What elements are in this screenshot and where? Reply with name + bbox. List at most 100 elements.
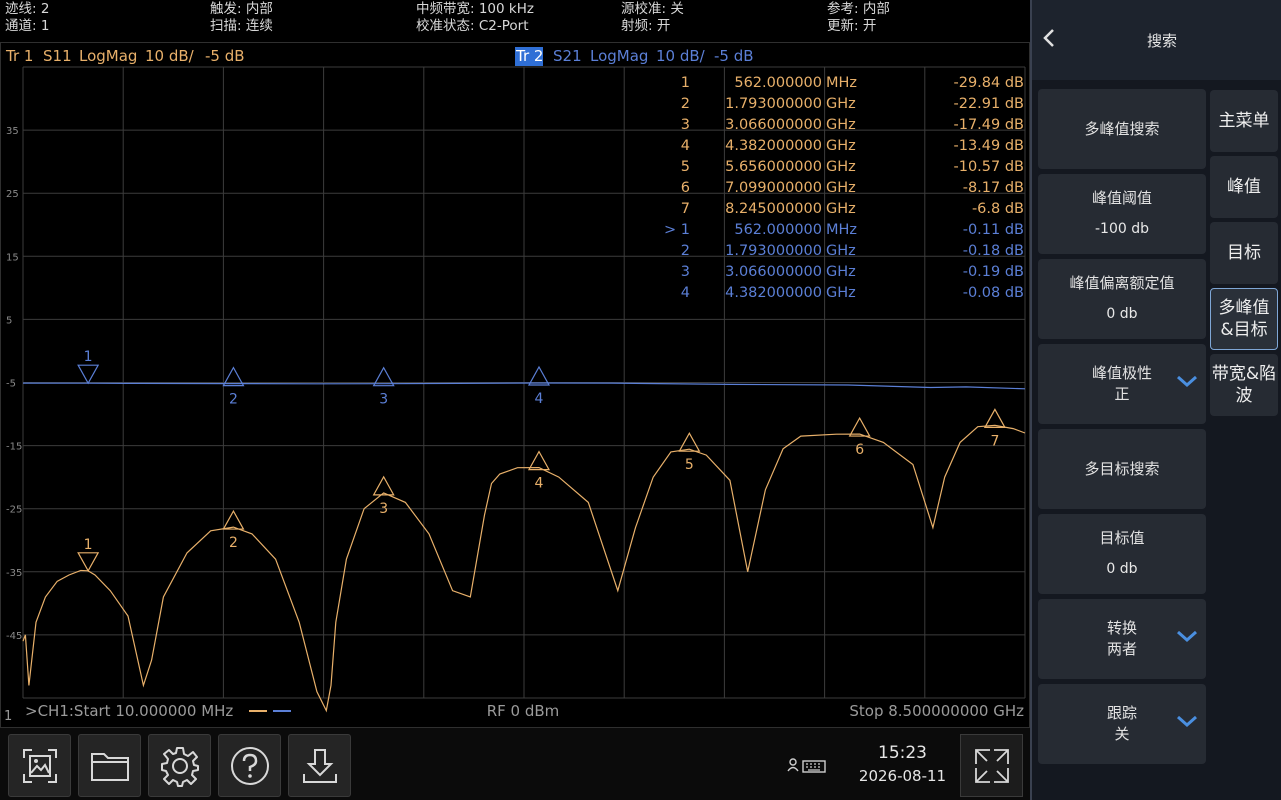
target-value-label: 目标值 xyxy=(1099,529,1145,547)
target-value-button[interactable]: 目标值 0 db xyxy=(1038,514,1206,594)
marker-row-unit: GHz xyxy=(826,159,856,175)
trace-plot[interactable]: 35 25 15 5 -5 -15 -25 -35 -45 Tr 1 S11 LogMag 10… xyxy=(0,42,1030,728)
back-arrow-icon[interactable] xyxy=(1038,26,1062,50)
marker-row-unit: GHz xyxy=(826,264,856,280)
marker-number: 1 xyxy=(84,349,93,365)
help-button[interactable] xyxy=(218,734,281,797)
trace2-header[interactable]: Tr 2 S21 LogMag 10 dB/ -5 dB xyxy=(515,47,754,66)
status-bar: 迹线: 2 通道: 1 触发: 内部 扫描: 连续 中频带宽: 100 kHz … xyxy=(0,0,1030,38)
trace1-id[interactable]: Tr 1 xyxy=(5,47,33,65)
marker-row-number: 2 xyxy=(681,96,690,112)
trace1-marker-1[interactable]: 1 xyxy=(77,537,100,573)
peak-excursion-label: 峰值偏离额定值 xyxy=(1069,274,1175,292)
marker-row-frequency: 562.000000 xyxy=(734,75,822,91)
trace1-format: LogMag xyxy=(79,47,137,65)
screenshot-button[interactable] xyxy=(8,734,71,797)
peak-excursion-value: 0 db xyxy=(1106,306,1138,322)
folder-icon xyxy=(90,752,129,781)
marker-row-number: 4 xyxy=(681,285,690,301)
marker-row-value: -8.17 dB xyxy=(963,180,1024,196)
multi-target-search-label: 多目标搜索 xyxy=(1084,459,1160,478)
multi-target-search-button[interactable]: 多目标搜索 xyxy=(1038,429,1206,509)
chevron-down-icon xyxy=(1177,715,1197,728)
gear-icon xyxy=(160,746,199,787)
marker-row-unit: MHz xyxy=(826,75,857,91)
download-button[interactable] xyxy=(288,734,351,797)
marker-triangle xyxy=(848,416,871,437)
trace1-marker-7[interactable]: 7 xyxy=(983,408,1006,449)
expand-icon xyxy=(974,748,1009,783)
status-sweep: 扫描: 连续 xyxy=(210,18,273,34)
trace1-marker-3[interactable]: 3 xyxy=(372,475,395,517)
y-tick-label: 25 xyxy=(6,189,19,200)
marker-table-row: 3 3.066000000 GHz -0.19 dB xyxy=(681,264,1024,280)
marker-table-row: 7 8.245000000 GHz -6.8 dB xyxy=(681,201,1024,217)
marker-row-frequency: 1.793000000 xyxy=(725,243,822,259)
marker-table-row: 2 1.793000000 GHz -22.91 dB xyxy=(681,96,1024,112)
marker-row-unit: GHz xyxy=(826,201,856,217)
trace2-format: LogMag xyxy=(590,47,648,65)
y-tick-label: -15 xyxy=(6,442,22,453)
marker-number: 2 xyxy=(229,392,238,408)
y-axis-ticks: 35 25 15 5 -5 -15 -25 -35 -45 xyxy=(6,126,22,642)
peak-polarity-dropdown[interactable]: 峰值极性 正 xyxy=(1038,344,1206,424)
marker-row-number: > 1 xyxy=(664,222,690,238)
sweep-start: >CH1:Start 10.000000 MHz xyxy=(25,702,233,720)
y-tick-label: -45 xyxy=(6,631,22,642)
trace1-header[interactable]: Tr 1 S11 LogMag 10 dB/ -5 dB xyxy=(5,47,245,65)
transition-dropdown[interactable]: 转换 两者 xyxy=(1038,599,1206,679)
tab-target[interactable]: 目标 xyxy=(1210,222,1278,284)
multi-peak-search-button[interactable]: 多峰值搜索 xyxy=(1038,89,1206,169)
help-icon xyxy=(230,746,269,785)
marker-row-frequency: 4.382000000 xyxy=(725,285,822,301)
trace-chart-svg: 3525155-5-15-25-35-45 Tr 1 S11 LogMag 10… xyxy=(0,42,1030,728)
marker-row-unit: GHz xyxy=(826,285,856,301)
trace1-marker-2[interactable]: 2 xyxy=(222,509,245,551)
tab-multi-peak-target[interactable]: 多峰值 &目标 xyxy=(1210,288,1278,350)
tab-main-menu[interactable]: 主菜单 xyxy=(1210,90,1278,152)
bottom-index: 1 xyxy=(4,709,12,724)
trace2-id[interactable]: Tr 2 xyxy=(515,47,543,65)
marker-number: 4 xyxy=(535,391,544,407)
bottom-toolbar: 15:23 2026-08-11 xyxy=(0,728,1030,800)
status-reference: 参考: 内部 xyxy=(827,1,890,17)
marker-number: 3 xyxy=(379,501,388,517)
peak-threshold-button[interactable]: 峰值阈值 -100 db xyxy=(1038,174,1206,254)
trace1-marker-4[interactable]: 4 xyxy=(527,450,551,492)
marker-row-value: -0.11 dB xyxy=(963,222,1024,238)
marker-triangle xyxy=(527,450,551,471)
peak-excursion-button[interactable]: 峰值偏离额定值 0 db xyxy=(1038,259,1206,339)
y-tick-label: 35 xyxy=(6,126,19,137)
status-channel: 通道: 1 xyxy=(5,18,50,34)
marker-table-row: > 1 562.000000 MHz -0.11 dB xyxy=(664,222,1024,238)
trace2-marker-1[interactable]: 1 xyxy=(77,349,100,385)
trace1-param: S11 xyxy=(43,47,72,65)
fullscreen-button[interactable] xyxy=(960,734,1023,797)
marker-table-row: 5 5.656000000 GHz -10.57 dB xyxy=(681,159,1024,175)
keyboard-status[interactable] xyxy=(762,734,852,797)
trace2-ref: -5 dB xyxy=(714,47,754,65)
tab-bandwidth-notch[interactable]: 带宽&陷 波 xyxy=(1210,354,1278,416)
tracking-dropdown[interactable]: 跟踪 关 xyxy=(1038,684,1206,764)
marker-number: 3 xyxy=(379,392,388,408)
keyboard-icon xyxy=(787,757,826,773)
file-button[interactable] xyxy=(78,734,141,797)
clock-time: 15:23 xyxy=(878,743,927,763)
settings-button[interactable] xyxy=(148,734,211,797)
trace1-marker-6[interactable]: 6 xyxy=(848,416,871,458)
download-icon xyxy=(302,748,337,783)
trace1-marker-5[interactable]: 5 xyxy=(678,431,701,473)
marker-row-value: -6.8 dB xyxy=(972,201,1024,217)
marker-number: 4 xyxy=(535,476,544,492)
y-tick-label: -25 xyxy=(6,505,22,516)
trace2-marker-2[interactable]: 2 xyxy=(222,366,245,408)
marker-triangle xyxy=(77,552,100,573)
trace2-marker-4[interactable]: 4 xyxy=(527,365,551,407)
status-trigger: 触发: 内部 xyxy=(210,1,273,17)
marker-triangle xyxy=(678,431,701,452)
trace2-marker-3[interactable]: 3 xyxy=(372,366,395,408)
tab-peak[interactable]: 峰值 xyxy=(1210,156,1278,218)
status-if-bandwidth: 中频带宽: 100 kHz xyxy=(416,1,534,17)
marker-table: 1 562.000000 MHz -29.84 dB2 1.793000000 GHz -2… xyxy=(664,75,1024,301)
status-trace-count: 迹线: 2 xyxy=(5,1,50,17)
